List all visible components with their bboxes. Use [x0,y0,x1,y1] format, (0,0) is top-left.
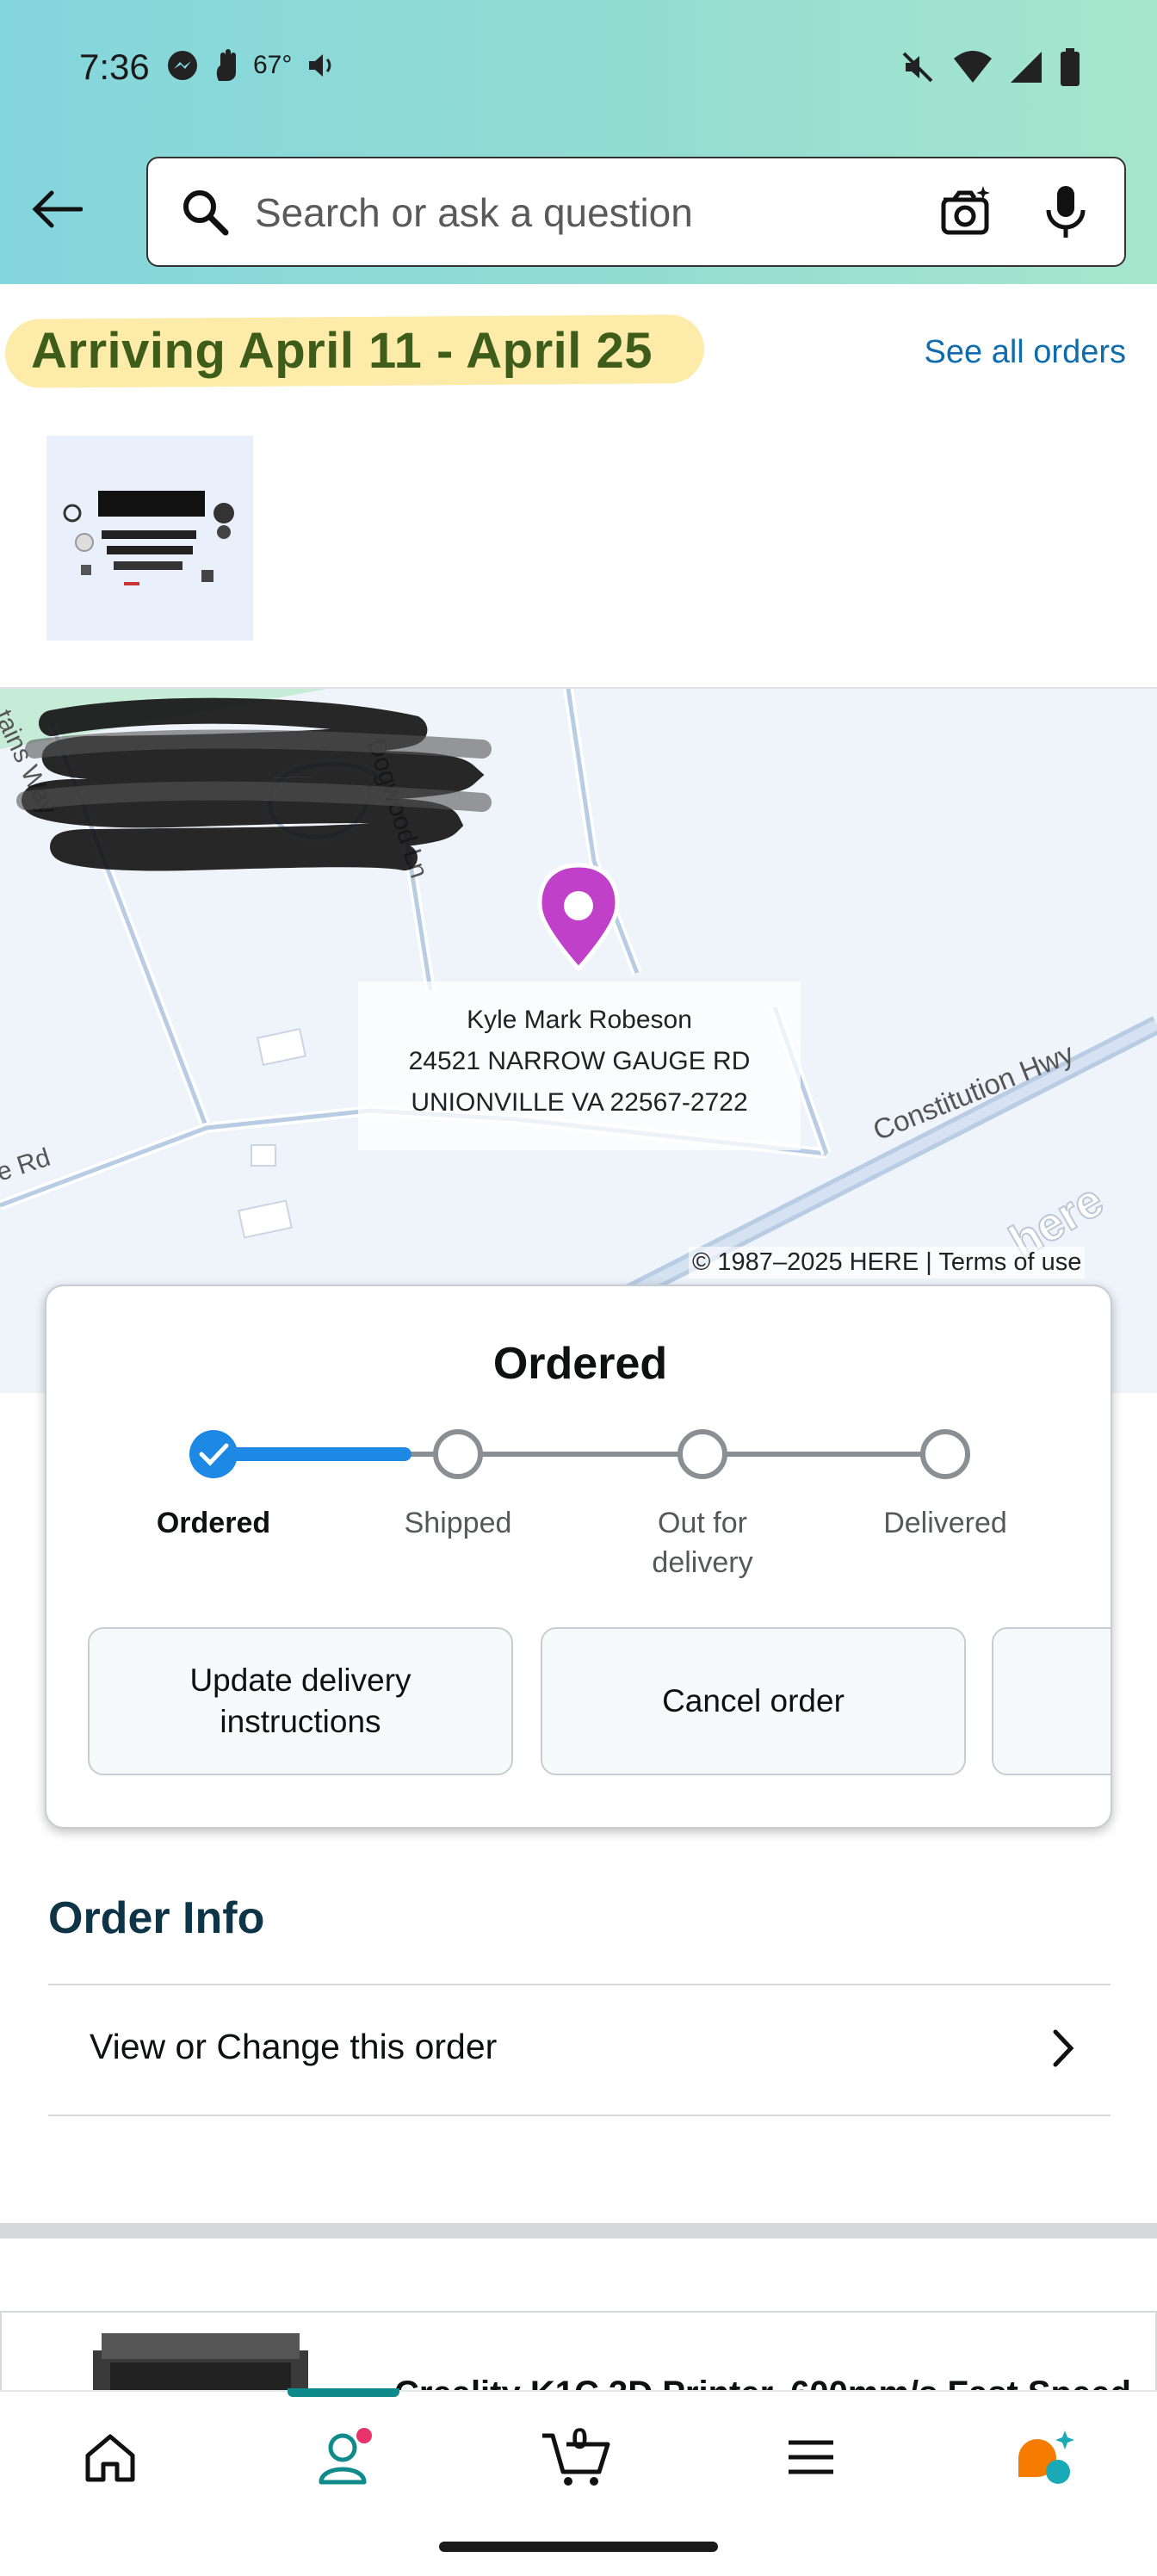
status-temperature: 67° [253,51,293,79]
menu-icon [789,2440,833,2474]
search-icon [183,190,229,236]
search-input[interactable]: Search or ask a question [146,157,1126,267]
step-label-shipped: Shipped [404,1507,512,1539]
camera-search-icon[interactable] [937,183,995,241]
volume-icon [309,54,331,77]
microphone-icon[interactable] [1040,183,1092,241]
update-delivery-instructions-button[interactable]: Update delivery instructions [88,1627,513,1775]
messenger-icon [168,51,197,80]
step-done-icon [189,1430,238,1478]
view-change-order-label: View or Change this order [90,2027,498,2066]
arriving-date: Arriving April 11 - April 25 [31,323,653,379]
rufus-assistant-icon [1018,2430,1074,2484]
nav-home[interactable] [67,2414,153,2500]
status-time: 7:36 [79,46,150,87]
gesture-navigation-bar[interactable] [439,2542,718,2552]
back-button[interactable] [24,176,90,242]
svg-text:e Rd: e Rd [0,1143,53,1187]
address-line: UNIONVILLE VA 22567-2722 [411,1088,748,1117]
status-bar: 7:36 67° [0,34,1157,100]
home-icon [85,2434,135,2482]
account-icon [319,2428,372,2485]
nav-cart[interactable]: 0 [534,2414,620,2500]
back-arrow-icon [32,190,83,228]
address-label: Kyle Mark Robeson 24521 NARROW GAUGE RD … [358,981,801,1150]
see-all-orders-link[interactable]: See all orders [925,334,1126,371]
arriving-banner: Arriving April 11 - April 25 [0,300,723,394]
address-line: Kyle Mark Robeson [467,1006,692,1034]
cart-count: 0 [572,2423,588,2455]
address-line: 24521 NARROW GAUGE RD [408,1047,751,1075]
product-image [63,491,234,585]
bottom-navigation: 0 [0,2388,1157,2517]
search-placeholder: Search or ask a question [255,190,693,235]
more-actions-button[interactable] [992,1627,1111,1775]
wifi-icon [954,51,992,83]
app-header: 7:36 67° Search or ask a question [0,0,1157,284]
redaction-scribble [16,697,492,871]
nav-menu[interactable] [768,2414,854,2500]
cancel-order-button[interactable]: Cancel order [541,1627,966,1775]
view-change-order-row[interactable]: View or Change this order [48,1985,1111,2116]
nav-account[interactable] [301,2414,387,2500]
progress-tracker [189,1429,970,1479]
nav-active-indicator [288,2388,399,2397]
hand-icon [216,49,236,81]
tracking-card: Ordered Ordered Shipped Out for delivery… [45,1285,1112,1829]
mute-icon [902,52,933,83]
map-copyright[interactable]: © 1987–2025 HERE | Terms of use [689,1247,1086,1279]
step-label-out-for-delivery: Out for delivery [652,1507,753,1579]
divider [48,2115,1111,2116]
step-label-ordered: Ordered [156,1507,271,1539]
chevron-right-icon [1053,2029,1074,2067]
order-info-heading: Order Info [48,1893,265,1943]
signal-icon [1011,52,1042,83]
section-separator [0,2223,1157,2239]
nav-rufus[interactable] [1002,2414,1088,2500]
svg-text:Constitution Hwy: Constitution Hwy [869,1037,1079,1146]
tracking-status-title: Ordered [492,1339,668,1389]
product-thumbnail[interactable] [46,436,253,641]
battery-icon [1061,48,1080,86]
step-label-delivered: Delivered [883,1507,1007,1539]
